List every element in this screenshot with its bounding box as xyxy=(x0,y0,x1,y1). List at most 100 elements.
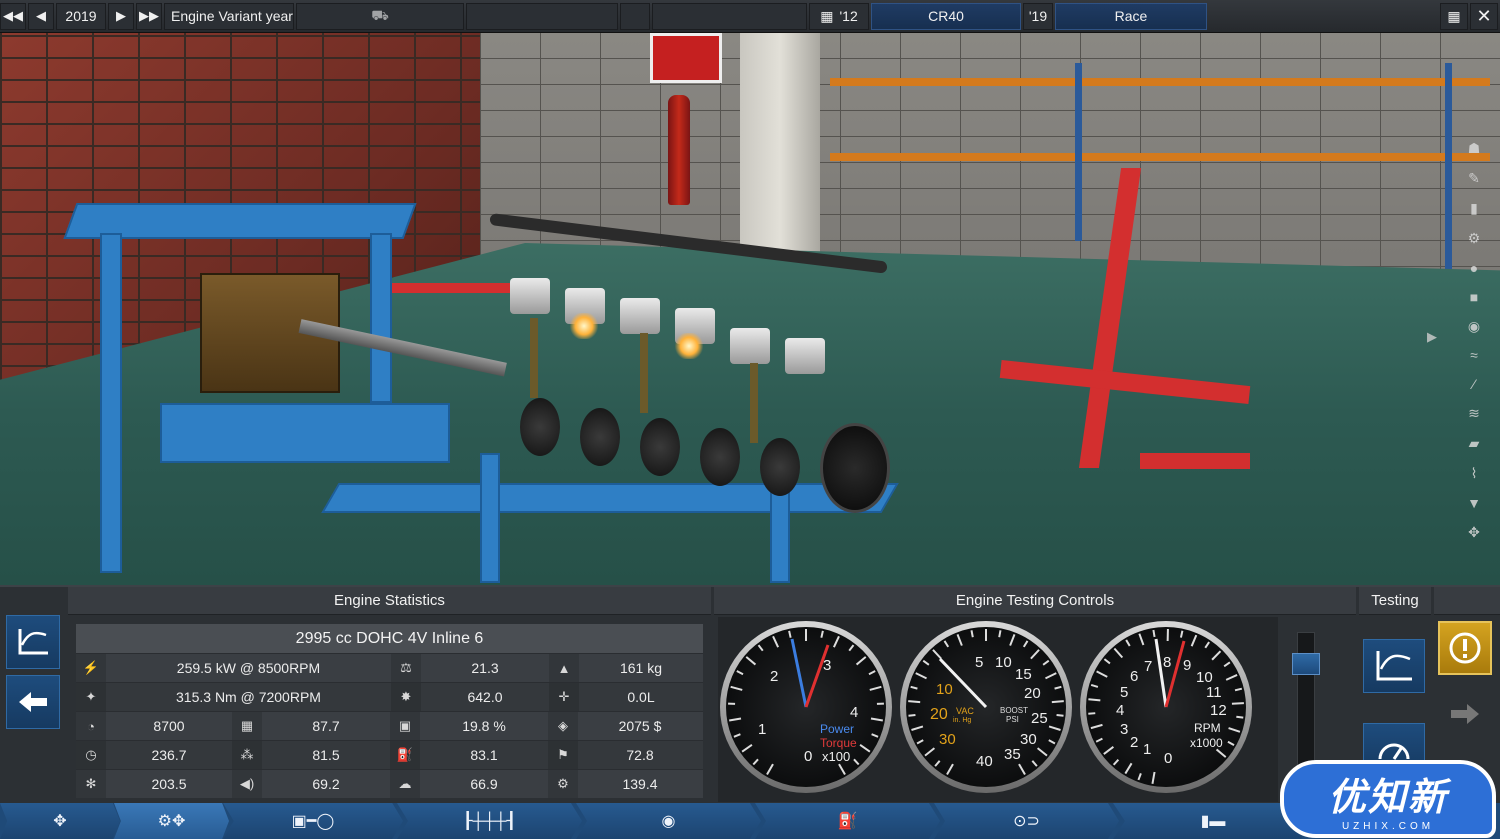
prev-year-button[interactable]: ◀ xyxy=(28,2,54,30)
engine-summary: 2995 cc DOHC 4V Inline 6 xyxy=(76,624,703,653)
engine-stand-base xyxy=(1140,453,1250,469)
cost-icon: ◈ xyxy=(548,712,578,740)
stat-value: 642.0 xyxy=(467,689,503,705)
gauge-tick xyxy=(1088,698,1101,702)
engine-year-end[interactable]: '19 xyxy=(1023,2,1053,30)
gauge-label: 6 xyxy=(1130,668,1138,685)
stat-row: ◷ 236.7 ⁂ 81.5 ⛽ 83.1 ⚑ 72.8 xyxy=(76,740,703,769)
gauge-tick xyxy=(1051,700,1064,704)
warning-button[interactable] xyxy=(1438,621,1492,675)
nav-tab-bottom-end[interactable]: ▣━◯ xyxy=(223,803,403,839)
rewind-icon[interactable]: ◀◀ xyxy=(0,2,26,30)
combustion-flame xyxy=(675,333,703,359)
throttle-slider-thumb[interactable] xyxy=(1292,653,1320,675)
nav-tab-fuel[interactable]: ⛽ xyxy=(755,803,940,839)
gauge-label: 30 xyxy=(1020,731,1037,748)
gauge-label: 5 xyxy=(975,654,983,671)
move-icon[interactable]: ✥ xyxy=(1468,524,1480,541)
graph-button[interactable] xyxy=(6,615,60,669)
dyno-icon: ▮▬ xyxy=(1200,813,1226,830)
gauge-zero: 0 xyxy=(804,748,812,765)
vac-label: 30 xyxy=(939,731,956,748)
gauge-label: 25 xyxy=(1031,710,1048,727)
crank-throw xyxy=(700,428,740,486)
gauge-label: 11 xyxy=(1206,684,1222,701)
gauge-tick xyxy=(1152,629,1156,638)
nav-tab-aspiration[interactable]: ◉ xyxy=(576,803,761,839)
inline-6-engine-model[interactable] xyxy=(470,203,900,513)
gauges-svg: 1 2 3 4 0 x100 Power Torque 5 10 15 20 2… xyxy=(720,621,1252,793)
model-code[interactable]: CR40 xyxy=(871,2,1021,30)
power-legend: Power xyxy=(820,722,854,736)
watermark-logo: 优知新 UZHIX.COM xyxy=(1280,760,1496,838)
car-icon[interactable]: ⛟ xyxy=(296,2,464,30)
piston-icon[interactable]: ▮ xyxy=(1470,200,1478,217)
close-icon[interactable]: ✕ xyxy=(1470,2,1498,30)
head-icon[interactable]: ■ xyxy=(1470,289,1478,305)
rpm-unit: RPM xyxy=(1194,721,1221,735)
gauge-label: 3 xyxy=(1120,721,1128,738)
exhaust-icon: ⊙⊃ xyxy=(1013,813,1040,830)
piston xyxy=(510,278,550,314)
service-icon: ⚙ xyxy=(548,770,578,798)
connecting-rod xyxy=(640,333,648,413)
rpm-multiplier: x1000 xyxy=(1190,736,1223,750)
dyno-graph-button[interactable] xyxy=(1363,639,1425,693)
stat-value: 21.3 xyxy=(471,660,499,676)
shelf-post xyxy=(1075,63,1082,241)
radiator-icon: ▦ xyxy=(232,712,262,740)
muffler-icon[interactable]: ▰ xyxy=(1469,435,1480,452)
gauge-tick xyxy=(970,630,974,638)
gauge-label: 15 xyxy=(1015,666,1032,683)
nav-tab-exhaust[interactable]: ⊙⊃ xyxy=(934,803,1119,839)
watermark-url: UZHIX.COM xyxy=(1341,821,1435,832)
gauge-tick xyxy=(1088,712,1096,715)
manifold-icon[interactable]: ≋ xyxy=(1468,405,1480,422)
gauge-label: 1 xyxy=(1143,741,1151,758)
arrow-right-icon xyxy=(1451,704,1479,724)
mode-selector[interactable]: Race xyxy=(1055,2,1207,30)
nav-tab-family[interactable]: ✥ xyxy=(0,803,120,839)
fast-forward-icon[interactable]: ▶▶ xyxy=(136,2,162,30)
cooling-icon: ✻ xyxy=(76,770,106,798)
vac-unit: in. Hg xyxy=(953,717,971,724)
slot-divider xyxy=(620,2,650,30)
tip-icon[interactable]: ▼ xyxy=(1467,495,1481,511)
gauge-cluster: 1 2 3 4 0 x100 Power Torque 5 10 15 20 2… xyxy=(718,617,1278,802)
next-year-button[interactable]: ▶ xyxy=(108,2,134,30)
engine-year-start[interactable]: ▦ '12 xyxy=(809,2,869,30)
wrench-icon[interactable]: ✎ xyxy=(1468,170,1480,187)
nav-tab-top-end[interactable]: ┠┼┼┼┨ xyxy=(397,803,582,839)
stat-value: 139.4 xyxy=(622,776,658,792)
stat-mass: 161 kg xyxy=(619,660,663,676)
engine-viewport[interactable]: ▶ ☗ ✎ ▮ ⚙ ● ■ ◉ ≈ ⁄ ≋ ▰ ⌇ ▼ ✥ xyxy=(0,33,1500,585)
piston xyxy=(785,338,825,374)
stat-value: 66.9 xyxy=(470,776,498,792)
back-button[interactable] xyxy=(6,675,60,729)
graph-icon xyxy=(1376,651,1412,681)
gauge-label: 20 xyxy=(1024,685,1041,702)
gauge-label: 1 xyxy=(758,721,766,738)
forward-button[interactable] xyxy=(1438,687,1492,741)
calculator-icon[interactable]: ▦ xyxy=(1440,2,1468,30)
fire-sign xyxy=(650,33,722,83)
turbo-icon[interactable]: ◉ xyxy=(1468,318,1480,335)
person-icon[interactable]: ☗ xyxy=(1468,140,1481,157)
stat-row: ◔ 8700 ▦ 87.7 ▣ 19.8 % ◈ 2075 $ xyxy=(76,711,703,740)
intake-icon[interactable]: ≈ xyxy=(1470,347,1478,363)
valve-icon[interactable]: ⚙ xyxy=(1468,230,1481,247)
gauge-label: 12 xyxy=(1210,702,1227,719)
cam-icon[interactable]: ● xyxy=(1470,260,1478,276)
nav-tab-variant[interactable]: ⚙✥ xyxy=(114,803,229,839)
flywheel xyxy=(820,423,890,513)
gauge-label: 4 xyxy=(850,704,858,721)
toolstrip-expand-icon[interactable]: ▶ xyxy=(1427,329,1437,345)
fire-extinguisher xyxy=(668,95,690,205)
pipe-icon[interactable]: ⁄ xyxy=(1473,376,1475,392)
gauge-label: 4 xyxy=(1116,702,1124,719)
exhaust-icon[interactable]: ⌇ xyxy=(1471,465,1478,482)
shelf xyxy=(830,78,1490,86)
connecting-rod xyxy=(750,363,758,443)
reliability-icon: ⚑ xyxy=(548,741,578,769)
graph-icon xyxy=(18,629,48,655)
